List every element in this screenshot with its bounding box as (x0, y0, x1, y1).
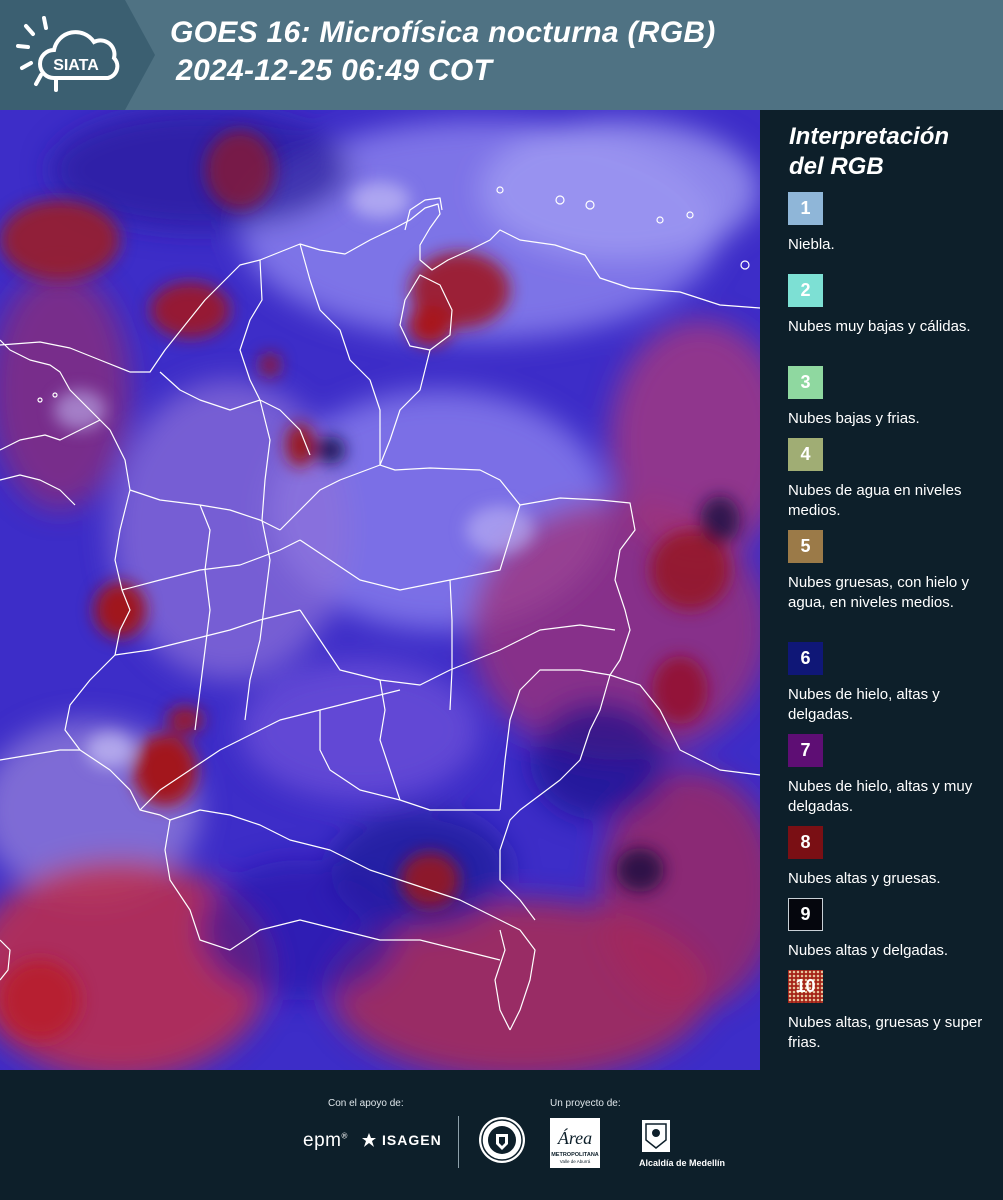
logo-block: SIATA (0, 0, 155, 110)
title-text: GOES 16: Microfísica nocturna (RGB) (170, 16, 716, 49)
legend-label-7: Nubes de hielo, altas y muy delgadas. (788, 778, 973, 815)
legend-item-5: 5 Nubes gruesas, con hielo y agua, en ni… (788, 530, 998, 613)
legend-label-3: Nubes bajas y frias. (788, 410, 920, 427)
legend-item-7: 7 Nubes de hielo, altas y muy delgadas. (788, 734, 998, 817)
legend-item-1: 1 Niebla. (788, 192, 998, 255)
page-title: GOES 16: Microfísica nocturna (RGB) 2024… (170, 14, 716, 90)
legend-item-8: 8 Nubes altas y gruesas. (788, 826, 998, 889)
isagen-logo-text: ISAGEN (382, 1132, 442, 1148)
isagen-logo: ISAGEN (360, 1132, 442, 1148)
area-metropolitana-logo: Área METROPOLITANA Valle de Aburrá (550, 1118, 600, 1168)
epm-logo: epm® (303, 1130, 348, 1151)
legend-item-4: 4 Nubes de agua en niveles medios. (788, 438, 998, 521)
legend-label-5: Nubes gruesas, con hielo y agua, en nive… (788, 574, 969, 611)
isagen-icon (362, 1133, 376, 1147)
project-label: Un proyecto de: (550, 1098, 621, 1109)
legend-swatch-6: 6 (788, 642, 823, 675)
legend-item-6: 6 Nubes de hielo, altas y delgadas. (788, 642, 998, 725)
legend-swatch-4: 4 (788, 438, 823, 471)
alcaldia-label: Alcaldía de Medellín (639, 1158, 726, 1168)
legend-swatch-7: 7 (788, 734, 823, 767)
legend-swatch-10: 10 (788, 970, 823, 1003)
legend-item-3: 3 Nubes bajas y frias. (788, 366, 998, 429)
legend-label-10: Nubes altas, gruesas y super frias. (788, 1014, 983, 1051)
legend-swatch-5: 5 (788, 530, 823, 563)
area-logo-subtext2: Valle de Aburrá (560, 1159, 591, 1164)
area-logo-text: Área (557, 1127, 592, 1148)
siata-logo: SIATA (16, 16, 120, 92)
legend-title-line1: Interpretación (789, 123, 950, 150)
legend-swatch-8: 8 (788, 826, 823, 859)
area-logo-subtext: METROPOLITANA (551, 1152, 599, 1158)
legend-item-9: 9 Nubes altas y delgadas. (788, 898, 998, 961)
legend-item-2: 2 Nubes muy bajas y cálidas. (788, 274, 998, 337)
datetime-text: 2024-12-25 06:49 COT (176, 54, 493, 87)
support-label: Con el apoyo de: (328, 1098, 404, 1109)
epm-logo-text: epm (303, 1130, 342, 1151)
alcaldia-shield-icon (642, 1120, 670, 1152)
legend-label-2: Nubes muy bajas y cálidas. (788, 318, 971, 335)
legend-title: Interpretación del RGB (789, 122, 949, 182)
legend-swatch-1: 1 (788, 192, 823, 225)
legend-label-1: Niebla. (788, 236, 835, 253)
legend-label-8: Nubes altas y gruesas. (788, 870, 941, 887)
legend-swatch-9: 9 (788, 898, 823, 931)
footer: Con el apoyo de: Un proyecto de: epm® IS… (0, 1070, 1003, 1200)
university-seal-icon (479, 1117, 525, 1163)
legend-title-line2: del RGB (789, 153, 884, 180)
satellite-image (0, 110, 760, 1070)
legend-panel: Interpretación del RGB 1 Niebla. 2 Nubes… (760, 110, 1003, 1070)
siata-logo-text: SIATA (53, 57, 99, 74)
legend-label-6: Nubes de hielo, altas y delgadas. (788, 686, 940, 723)
satellite-map (0, 110, 760, 1070)
legend-swatch-2: 2 (788, 274, 823, 307)
legend-label-9: Nubes altas y delgadas. (788, 942, 949, 959)
header-bar: SIATA GOES 16: Microfísica nocturna (RGB… (0, 0, 1003, 110)
legend-item-10: 10 Nubes altas, gruesas y super frias. (788, 970, 998, 1053)
legend-label-4: Nubes de agua en niveles medios. (788, 482, 962, 519)
footer-divider (458, 1116, 459, 1168)
legend-swatch-3: 3 (788, 366, 823, 399)
